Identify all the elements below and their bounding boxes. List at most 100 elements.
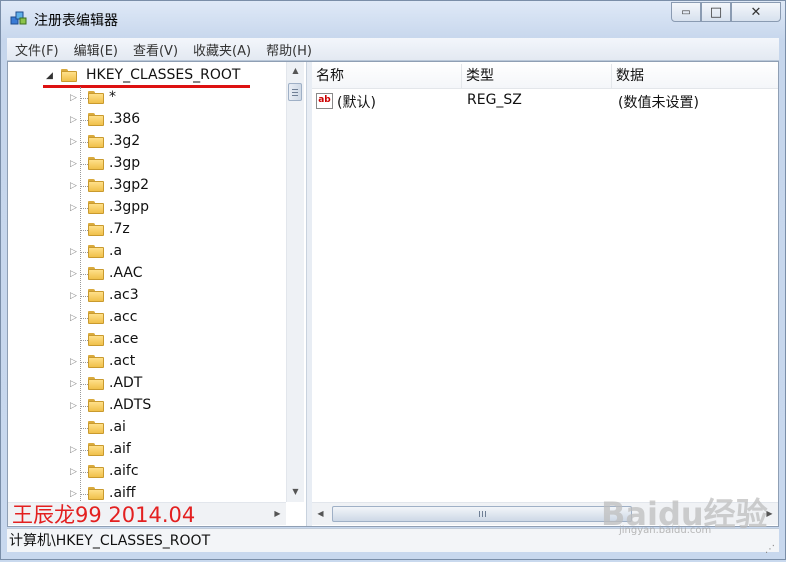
tree-root-row[interactable]: ◢ HKEY_CLASSES_ROOT (8, 65, 286, 87)
scroll-left-arrow-icon[interactable]: ◀ (312, 503, 329, 525)
tree-item-label[interactable]: .ADT (109, 375, 142, 391)
tree-item[interactable]: ▷ .ADT (8, 373, 286, 395)
tree-item[interactable]: .7z (8, 219, 286, 241)
scroll-thumb[interactable] (288, 83, 302, 101)
expand-arrow-icon[interactable]: ▷ (70, 269, 80, 279)
tree-connector (80, 186, 88, 188)
expand-arrow-icon[interactable]: ▷ (70, 159, 80, 169)
tree-connector (80, 164, 88, 166)
tree-item[interactable]: ▷ .aifc (8, 461, 286, 483)
scroll-down-arrow-icon[interactable]: ▼ (287, 483, 304, 500)
tree-item[interactable]: ▷ .3gpp (8, 197, 286, 219)
expand-arrow-icon[interactable]: ▷ (70, 401, 80, 411)
tree-root-label[interactable]: HKEY_CLASSES_ROOT (86, 67, 240, 83)
tree-item[interactable]: .ace (8, 329, 286, 351)
value-name: (默认) (337, 95, 376, 111)
registry-editor-window: 注册表编辑器 ▭ □ ✕ 文件(F) 编辑(E) 查看(V) 收藏夹(A) 帮助… (0, 0, 786, 560)
menu-help[interactable]: 帮助(H) (258, 40, 319, 59)
tree-connector (80, 472, 88, 474)
tree-item[interactable]: ▷ .ac3 (8, 285, 286, 307)
expand-arrow-icon[interactable]: ▷ (70, 357, 80, 367)
scroll-up-arrow-icon[interactable]: ▲ (287, 62, 304, 79)
tree-connector (80, 428, 88, 430)
tree-item-label[interactable]: .3gpp (109, 199, 149, 215)
resize-grip-icon[interactable]: ⋰ (765, 538, 777, 555)
menu-edit[interactable]: 编辑(E) (66, 40, 125, 59)
tree-item-label[interactable]: .ADTS (109, 397, 151, 413)
title-bar[interactable]: 注册表编辑器 ▭ □ ✕ (1, 1, 786, 35)
tree-item[interactable]: ▷ .acc (8, 307, 286, 329)
menu-view[interactable]: 查看(V) (125, 40, 185, 59)
tree-item[interactable]: ▷ .ADTS (8, 395, 286, 417)
tree-connector (80, 406, 88, 408)
tree-item-label[interactable]: .aif (109, 441, 131, 457)
tree-item-label[interactable]: .3gp (109, 155, 140, 171)
minimize-icon: ▭ (681, 6, 691, 18)
expand-arrow-icon[interactable]: ▷ (70, 115, 80, 125)
window-controls: ▭ □ ✕ (671, 2, 781, 22)
menu-file[interactable]: 文件(F) (7, 40, 66, 59)
expand-arrow-icon[interactable]: ▷ (70, 137, 80, 147)
folder-icon (88, 245, 104, 258)
collapse-arrow-icon[interactable]: ◢ (46, 71, 56, 81)
expand-arrow-icon[interactable]: ▷ (70, 247, 80, 257)
expand-arrow-icon[interactable]: ▷ (70, 181, 80, 191)
author-annotation: 王辰龙99 2014.04 (12, 503, 196, 527)
folder-icon (88, 465, 104, 478)
folder-icon (88, 135, 104, 148)
tree-connector (80, 318, 88, 320)
expand-arrow-icon[interactable]: ▷ (70, 445, 80, 455)
expand-arrow-icon[interactable]: ▷ (70, 313, 80, 323)
tree-item[interactable]: ▷ * (8, 87, 286, 109)
tree-item-label[interactable]: .3g2 (109, 133, 140, 149)
close-button[interactable]: ✕ (731, 2, 781, 22)
tree-item[interactable]: ▷ .3gp2 (8, 175, 286, 197)
folder-icon (88, 91, 104, 104)
tree-item[interactable]: .ai (8, 417, 286, 439)
minimize-button[interactable]: ▭ (671, 2, 701, 22)
tree-item-label[interactable]: .aifc (109, 463, 139, 479)
list-scroll-thumb[interactable] (332, 506, 632, 522)
tree-item[interactable]: ▷ .act (8, 351, 286, 373)
tree-item-label[interactable]: .ac3 (109, 287, 139, 303)
tree-item-label[interactable]: .AAC (109, 265, 143, 281)
tree-item-label[interactable]: .7z (109, 221, 130, 237)
expand-arrow-icon[interactable]: ▷ (70, 203, 80, 213)
tree-item-label[interactable]: .386 (109, 111, 140, 127)
tree-item[interactable]: ▷ .a (8, 241, 286, 263)
tree-item-label[interactable]: .act (109, 353, 135, 369)
folder-icon (88, 443, 104, 456)
column-type-header[interactable]: 类型 (462, 64, 612, 88)
tree-connector (80, 494, 88, 496)
column-name-header[interactable]: 名称 (312, 64, 462, 88)
column-data-header[interactable]: 数据 (612, 64, 778, 88)
tree-connector (80, 296, 88, 298)
folder-icon (88, 399, 104, 412)
tree-item-label[interactable]: .acc (109, 309, 137, 325)
tree-item-label[interactable]: .3gp2 (109, 177, 149, 193)
tree-item-label[interactable]: .a (109, 243, 122, 259)
tree-item[interactable]: ▷ .AAC (8, 263, 286, 285)
registry-tree: ◢ HKEY_CLASSES_ROOT ▷ * ▷ .386 ▷ .3g2 ▷ .3gp ▷ .3… (8, 62, 286, 502)
baidu-url: jingyan.baidu.com (619, 525, 712, 536)
tree-vertical-scrollbar[interactable]: ▲ ▼ (286, 62, 304, 502)
expand-arrow-icon[interactable]: ▷ (70, 489, 80, 499)
value-data: (数值未设置) (618, 95, 699, 111)
tree-item-label[interactable]: .ai (109, 419, 126, 435)
expand-arrow-icon[interactable]: ▷ (70, 379, 80, 389)
tree-item[interactable]: ▷ .3g2 (8, 131, 286, 153)
maximize-button[interactable]: □ (701, 2, 731, 22)
scroll-right-arrow-icon[interactable]: ▶ (269, 503, 286, 525)
menu-favorites[interactable]: 收藏夹(A) (185, 40, 258, 59)
tree-item-label[interactable]: .ace (109, 331, 138, 347)
expand-arrow-icon[interactable]: ▷ (70, 93, 80, 103)
string-value-icon: ab (316, 93, 333, 109)
tree-item[interactable]: ▷ .3gp (8, 153, 286, 175)
status-path: 计算机\HKEY_CLASSES_ROOT (9, 533, 211, 549)
expand-arrow-icon[interactable]: ▷ (70, 467, 80, 477)
tree-item-label[interactable]: * (109, 89, 116, 105)
list-row[interactable]: ab (默认) REG_SZ (数值未设置) (312, 89, 778, 113)
tree-item[interactable]: ▷ .aif (8, 439, 286, 461)
expand-arrow-icon[interactable]: ▷ (70, 291, 80, 301)
tree-item[interactable]: ▷ .386 (8, 109, 286, 131)
